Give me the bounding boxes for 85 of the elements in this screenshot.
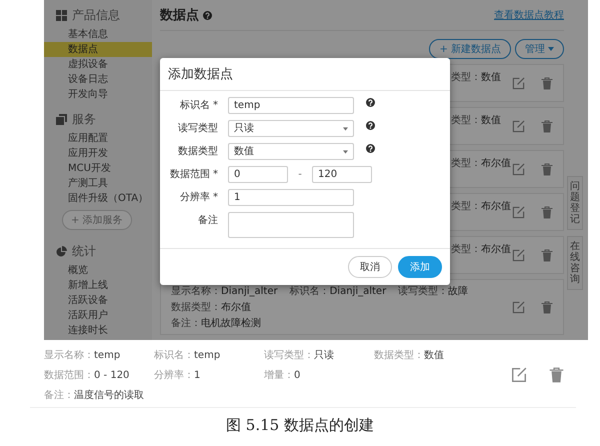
detail-text: 备注：温度信号的读取: [44, 388, 145, 402]
data-type-text: 类型：布尔值: [451, 242, 512, 256]
nav-item[interactable]: 应用配置: [44, 131, 152, 146]
edit-icon[interactable]: [512, 120, 525, 132]
nav-item[interactable]: 应用开发: [44, 146, 152, 161]
detail-text: 读写类型：只读: [264, 348, 335, 362]
nav-item[interactable]: 新增上线: [44, 278, 152, 293]
field-text: 标识名：Dianji_alter: [290, 284, 386, 298]
trash-icon[interactable]: [541, 248, 553, 262]
field-text: 显示名称：Dianji_alter: [171, 285, 278, 298]
nav-item[interactable]: 连接时长: [44, 323, 152, 338]
section-title: 统计: [72, 243, 96, 260]
trash-icon[interactable]: [541, 300, 553, 314]
grid-icon: [56, 10, 67, 21]
new-data-point-button[interactable]: + 新建数据点: [429, 39, 511, 59]
detail-text: 数据类型：数值: [374, 348, 445, 362]
field-label: 分辨率 *: [178, 190, 219, 205]
manage-button[interactable]: 管理: [515, 39, 564, 59]
edit-icon[interactable]: [512, 76, 525, 90]
field-text: 读写类型：故障: [398, 284, 468, 298]
detail-text: 显示名称：temp: [44, 348, 122, 362]
caret-icon: [343, 126, 348, 130]
section-title: 服务: [72, 111, 96, 128]
figure-caption: 图 5.15 数据点的创建: [226, 416, 374, 434]
help-icon[interactable]: [366, 144, 375, 153]
nav-item[interactable]: 虚拟设备: [44, 57, 152, 72]
nav-item[interactable]: 活跃用户: [44, 308, 152, 323]
nav-item[interactable]: 活跃设备: [44, 293, 152, 308]
data-type-text: 类型：数值: [451, 70, 502, 84]
page-title: 数据点: [160, 7, 199, 24]
trash-icon[interactable]: [549, 366, 564, 382]
note-text: 备注：电机故障检测: [171, 316, 262, 330]
side-tab[interactable]: 问题登记: [567, 176, 583, 230]
field-label: 数据范围 *: [168, 168, 219, 182]
nav-item[interactable]: 概览: [44, 263, 152, 278]
field-label: 备注: [197, 214, 219, 228]
caret-icon: [343, 150, 348, 154]
field-text: 数据类型：布尔值: [171, 300, 251, 314]
detail-text: 分辨率：1: [154, 368, 202, 382]
caret-icon: [548, 47, 554, 51]
trash-icon[interactable]: [541, 206, 553, 218]
field-label: 标识名 *: [178, 98, 219, 113]
help-icon[interactable]: [203, 10, 212, 20]
section-title: 产品信息: [72, 7, 120, 24]
nav-item[interactable]: 设备日志: [44, 72, 152, 87]
pie-chart-icon: [56, 246, 67, 257]
data-type-text: 类型：数值: [451, 114, 502, 127]
nav-item[interactable]: 固件升级（OTA）: [44, 191, 152, 206]
detail-text: 标识名：temp: [154, 348, 222, 362]
input-field[interactable]: temp: [228, 97, 354, 114]
help-icon[interactable]: [366, 98, 375, 107]
nav-item[interactable]: 数据点: [44, 42, 152, 57]
trash-icon[interactable]: [541, 162, 553, 176]
edit-icon[interactable]: [512, 206, 525, 218]
input-field[interactable]: 120: [312, 166, 372, 183]
edit-icon[interactable]: [512, 162, 525, 176]
select-field[interactable]: 数值: [228, 143, 354, 160]
nav-item[interactable]: MCU开发: [44, 161, 152, 176]
detail-text: 增量：0: [264, 368, 302, 382]
add-button[interactable]: 添加: [398, 256, 442, 278]
detail-text: 数据范围：0 - 120: [44, 368, 130, 382]
edit-icon[interactable]: [512, 300, 525, 314]
data-type-text: 类型：布尔值: [451, 200, 512, 213]
trash-icon[interactable]: [541, 120, 553, 132]
field-label: 读写类型: [177, 122, 219, 136]
trash-icon[interactable]: [541, 76, 553, 90]
side-tab[interactable]: 在线咨询: [567, 236, 583, 290]
tutorial-link[interactable]: 查看数据点教程: [494, 8, 564, 22]
dialog-title: 添加数据点: [160, 58, 450, 91]
add-service-button[interactable]: + 添加服务: [62, 210, 132, 230]
textarea-field[interactable]: [228, 212, 354, 238]
input-field[interactable]: 0: [228, 166, 288, 183]
select-field[interactable]: 只读: [228, 120, 354, 137]
nav-item[interactable]: 产测工具: [44, 176, 152, 191]
nav-item[interactable]: 基本信息: [44, 27, 152, 42]
data-type-text: 类型：布尔值: [451, 156, 512, 170]
nav-item[interactable]: 开发向导: [44, 87, 152, 102]
field-label: 数据类型: [177, 144, 219, 159]
edit-icon[interactable]: [512, 248, 525, 262]
edit-icon[interactable]: [511, 366, 527, 382]
help-icon[interactable]: [366, 121, 375, 130]
cancel-button[interactable]: 取消: [348, 256, 392, 278]
input-field[interactable]: 1: [228, 189, 354, 206]
range-separator: -: [297, 168, 303, 182]
layers-icon: [56, 114, 67, 125]
